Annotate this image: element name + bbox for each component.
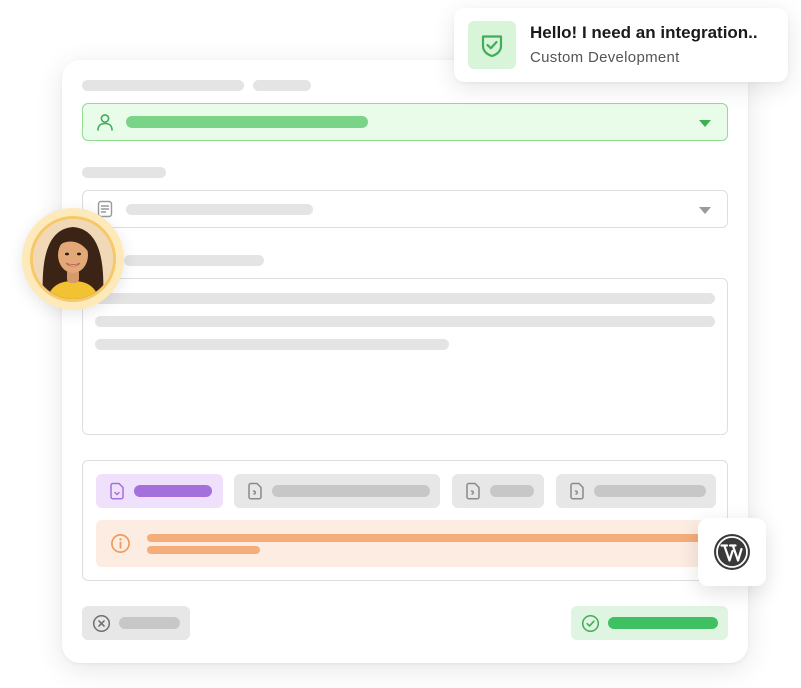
attachment-name-bar (594, 485, 706, 497)
warning-notice (96, 520, 716, 567)
file-icon (466, 482, 480, 500)
field-label-placeholder (253, 80, 311, 91)
user-avatar (33, 219, 113, 299)
attachment-name-bar (490, 485, 534, 497)
message-line (95, 316, 715, 327)
file-icon (110, 482, 124, 500)
notification-title: Hello! I need an integration.. (530, 23, 758, 42)
message-textarea[interactable] (82, 278, 728, 435)
attachment-name-bar (272, 485, 430, 497)
submit-button-label-bar (608, 617, 718, 629)
message-line (95, 293, 715, 304)
attachment-chip[interactable] (96, 474, 223, 508)
message-line (95, 339, 449, 350)
cancel-button[interactable] (82, 606, 190, 640)
notification-subtitle: Custom Development (530, 49, 680, 66)
wordpress-icon (714, 534, 750, 570)
file-icon (248, 482, 262, 500)
file-icon (570, 482, 584, 500)
wordpress-badge (698, 518, 766, 586)
chevron-down-icon (699, 120, 711, 127)
field-label-placeholder (82, 167, 166, 178)
notification-badge (468, 21, 516, 69)
chevron-down-icon (699, 207, 711, 214)
type-select-placeholder-bar (126, 204, 313, 215)
close-circle-icon (92, 614, 111, 633)
shield-check-icon (481, 35, 503, 58)
attachment-chip[interactable] (556, 474, 716, 508)
check-circle-icon (581, 614, 600, 633)
warning-text-bar (147, 546, 260, 554)
warning-text-bar (147, 534, 707, 542)
field-label-placeholder (124, 255, 264, 266)
info-icon (111, 534, 130, 553)
attachment-name-bar (134, 485, 212, 497)
cancel-button-label-bar (119, 617, 180, 629)
attachment-chip[interactable] (452, 474, 544, 508)
customer-avatar (22, 208, 124, 310)
contact-select[interactable] (82, 103, 728, 141)
contact-select-value-bar (126, 116, 368, 128)
message-notification[interactable]: Hello! I need an integration.. Custom De… (454, 8, 788, 82)
attachment-chip[interactable] (234, 474, 440, 508)
user-icon (97, 114, 113, 131)
submit-button[interactable] (571, 606, 728, 640)
type-select[interactable] (82, 190, 728, 228)
field-label-placeholder (82, 80, 244, 91)
